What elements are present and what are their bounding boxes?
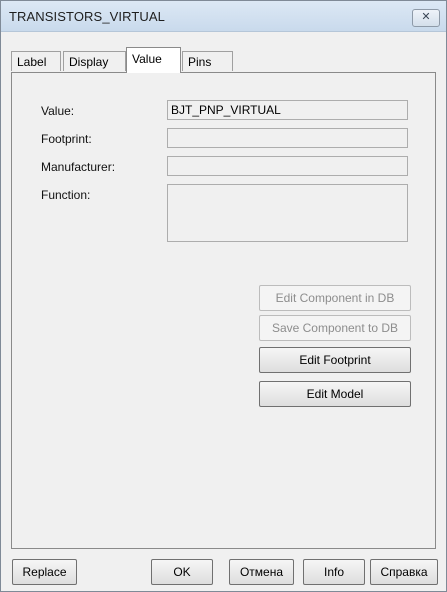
tab-pins[interactable]: Pins [182, 51, 233, 71]
value-field[interactable]: BJT_PNP_VIRTUAL [167, 100, 408, 120]
window-title: TRANSISTORS_VIRTUAL [9, 9, 166, 24]
title-bar[interactable]: TRANSISTORS_VIRTUAL ✕ [1, 1, 446, 32]
component-properties-dialog: TRANSISTORS_VIRTUAL ✕ Label Display Valu… [0, 0, 447, 592]
edit-model-button[interactable]: Edit Model [259, 381, 411, 407]
edit-footprint-button[interactable]: Edit Footprint [259, 347, 411, 373]
tab-display[interactable]: Display [63, 51, 126, 71]
close-icon: ✕ [421, 11, 431, 23]
value-label: Value: [41, 104, 75, 118]
info-button[interactable]: Info [303, 559, 365, 585]
edit-component-in-db-button[interactable]: Edit Component in DB [259, 285, 411, 311]
close-button[interactable]: ✕ [412, 9, 440, 27]
function-label: Function: [41, 188, 91, 202]
save-component-to-db-button[interactable]: Save Component to DB [259, 315, 411, 341]
footprint-field[interactable] [167, 128, 408, 148]
manufacturer-label: Manufacturer: [41, 160, 116, 174]
footprint-label: Footprint: [41, 132, 92, 146]
tab-value[interactable]: Value [126, 47, 181, 73]
cancel-button[interactable]: Отмена [229, 559, 294, 585]
help-button[interactable]: Справка [370, 559, 438, 585]
tab-label[interactable]: Label [11, 51, 61, 71]
value-tab-content: Value: BJT_PNP_VIRTUAL Footprint: Manufa… [12, 73, 435, 548]
ok-button[interactable]: OK [151, 559, 213, 585]
manufacturer-field[interactable] [167, 156, 408, 176]
value-tab-panel: Value: BJT_PNP_VIRTUAL Footprint: Manufa… [11, 72, 436, 549]
replace-button[interactable]: Replace [12, 559, 77, 585]
function-field[interactable] [167, 184, 408, 242]
